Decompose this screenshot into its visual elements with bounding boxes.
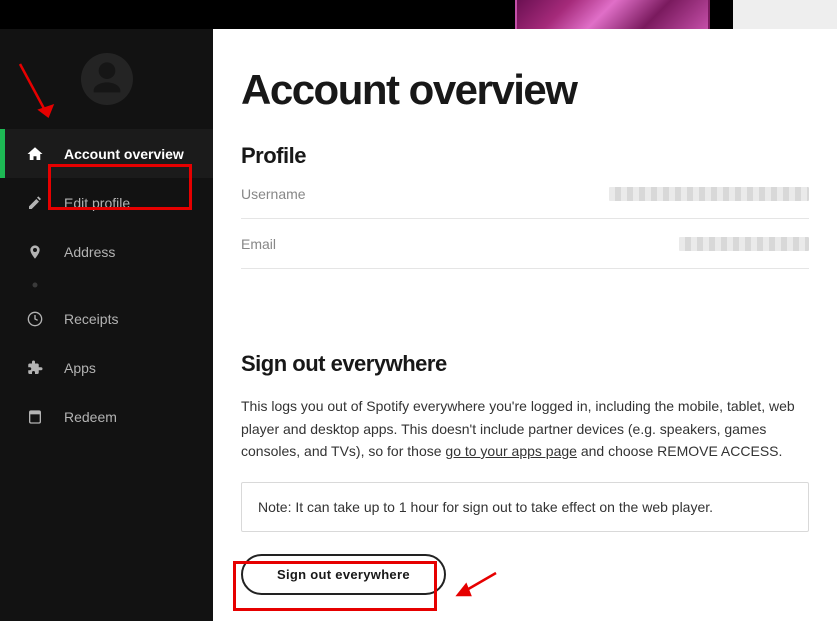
page-title: Account overview: [241, 67, 809, 113]
sidebar-item-label: Receipts: [64, 311, 118, 327]
avatar-placeholder: [81, 53, 133, 105]
home-icon: [26, 145, 44, 163]
signout-body-after: and choose REMOVE ACCESS.: [577, 443, 782, 459]
user-icon: [87, 59, 127, 99]
sidebar-item-edit-profile[interactable]: Edit profile: [0, 178, 213, 227]
puzzle-icon: [26, 359, 44, 377]
sidebar: Account overview Edit profile Address Recei…: [0, 29, 213, 621]
sidebar-item-address[interactable]: Address: [0, 227, 213, 276]
signout-body: This logs you out of Spotify everywhere …: [241, 395, 809, 462]
profile-heading: Profile: [241, 143, 809, 169]
sidebar-item-receipts[interactable]: Receipts: [0, 294, 213, 343]
sidebar-item-label: Account overview: [64, 146, 184, 162]
sidebar-item-redeem[interactable]: Redeem: [0, 392, 213, 441]
signout-heading: Sign out everywhere: [241, 351, 809, 377]
redacted-value: [609, 187, 809, 201]
avatar-zone: [0, 29, 213, 129]
pencil-icon: [26, 194, 44, 212]
sidebar-item-label: Edit profile: [64, 195, 130, 211]
map-pin-icon: [26, 243, 44, 261]
profile-field-email: Email: [241, 219, 809, 269]
sidebar-item-label: Address: [64, 244, 115, 260]
apps-page-link[interactable]: go to your apps page: [445, 443, 577, 459]
sidebar-item-label: Redeem: [64, 409, 117, 425]
promo-card: [515, 0, 710, 29]
card-icon: [26, 408, 44, 426]
sidebar-item-label: Apps: [64, 360, 96, 376]
main-content: Account overview Profile Username Email …: [213, 29, 837, 621]
sign-out-everywhere-button[interactable]: Sign out everywhere: [241, 554, 446, 595]
signout-note: Note: It can take up to 1 hour for sign …: [241, 482, 809, 532]
profile-truncated-row: [241, 269, 809, 291]
clock-icon: [26, 310, 44, 328]
field-label: Username: [241, 186, 306, 202]
promo-card-secondary: [733, 0, 837, 29]
dot-icon: [26, 276, 44, 294]
sidebar-item-obscured[interactable]: [0, 276, 213, 294]
redacted-value: [679, 237, 809, 251]
profile-field-username: Username: [241, 169, 809, 219]
field-label: Email: [241, 236, 276, 252]
sidebar-item-account-overview[interactable]: Account overview: [0, 129, 213, 178]
top-bar: [0, 0, 837, 29]
sidebar-item-apps[interactable]: Apps: [0, 343, 213, 392]
